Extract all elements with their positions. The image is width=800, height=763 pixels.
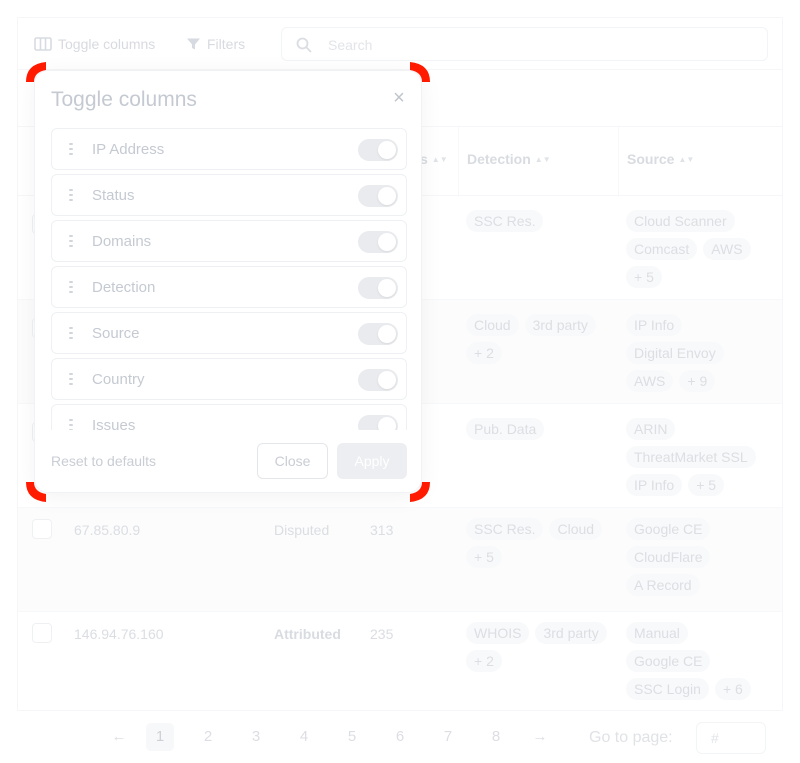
- column-toggle-item[interactable]: Detection: [51, 266, 407, 308]
- reset-defaults-link[interactable]: Reset to defaults: [51, 453, 156, 469]
- switch-knob: [378, 187, 396, 205]
- switch-knob: [378, 417, 396, 430]
- column-toggle-switch[interactable]: [358, 277, 398, 299]
- column-toggle-label: Country: [92, 371, 145, 388]
- column-toggle-list: IP Address Status Domains Detection Sour…: [51, 128, 407, 430]
- switch-knob: [378, 279, 396, 297]
- corner-marker-icon: [408, 480, 432, 504]
- column-toggle-switch[interactable]: [358, 369, 398, 391]
- apply-button[interactable]: Apply: [337, 443, 407, 479]
- close-button[interactable]: Close: [257, 443, 328, 479]
- drag-handle-icon[interactable]: [67, 187, 75, 203]
- toggle-columns-dialog: Toggle columns × IP Address Status Domai…: [34, 70, 422, 493]
- switch-knob: [378, 233, 396, 251]
- close-icon[interactable]: ×: [390, 88, 408, 108]
- dialog-title: Toggle columns: [51, 88, 197, 111]
- column-toggle-item[interactable]: IP Address: [51, 128, 407, 170]
- drag-handle-icon[interactable]: [67, 233, 75, 249]
- column-toggle-label: Issues: [92, 417, 136, 430]
- column-toggle-switch[interactable]: [358, 415, 398, 430]
- column-toggle-switch[interactable]: [358, 139, 398, 161]
- column-toggle-label: IP Address: [92, 141, 165, 158]
- switch-knob: [378, 141, 396, 159]
- column-toggle-switch[interactable]: [358, 323, 398, 345]
- column-toggle-switch[interactable]: [358, 185, 398, 207]
- column-toggle-item[interactable]: Domains: [51, 220, 407, 262]
- drag-handle-icon[interactable]: [67, 417, 75, 430]
- column-toggle-label: Source: [92, 325, 140, 342]
- column-toggle-item[interactable]: Status: [51, 174, 407, 216]
- switch-knob: [378, 325, 396, 343]
- corner-marker-icon: [408, 60, 432, 84]
- column-toggle-item[interactable]: Issues: [51, 404, 407, 430]
- switch-knob: [378, 371, 396, 389]
- column-toggle-switch[interactable]: [358, 231, 398, 253]
- column-toggle-label: Status: [92, 187, 135, 204]
- corner-marker-icon: [24, 480, 48, 504]
- drag-handle-icon[interactable]: [67, 325, 75, 341]
- drag-handle-icon[interactable]: [67, 279, 75, 295]
- corner-marker-icon: [24, 60, 48, 84]
- column-toggle-label: Detection: [92, 279, 156, 296]
- column-toggle-item[interactable]: Country: [51, 358, 407, 400]
- column-toggle-item[interactable]: Source: [51, 312, 407, 354]
- drag-handle-icon[interactable]: [67, 371, 75, 387]
- column-toggle-label: Domains: [92, 233, 152, 250]
- drag-handle-icon[interactable]: [67, 141, 75, 157]
